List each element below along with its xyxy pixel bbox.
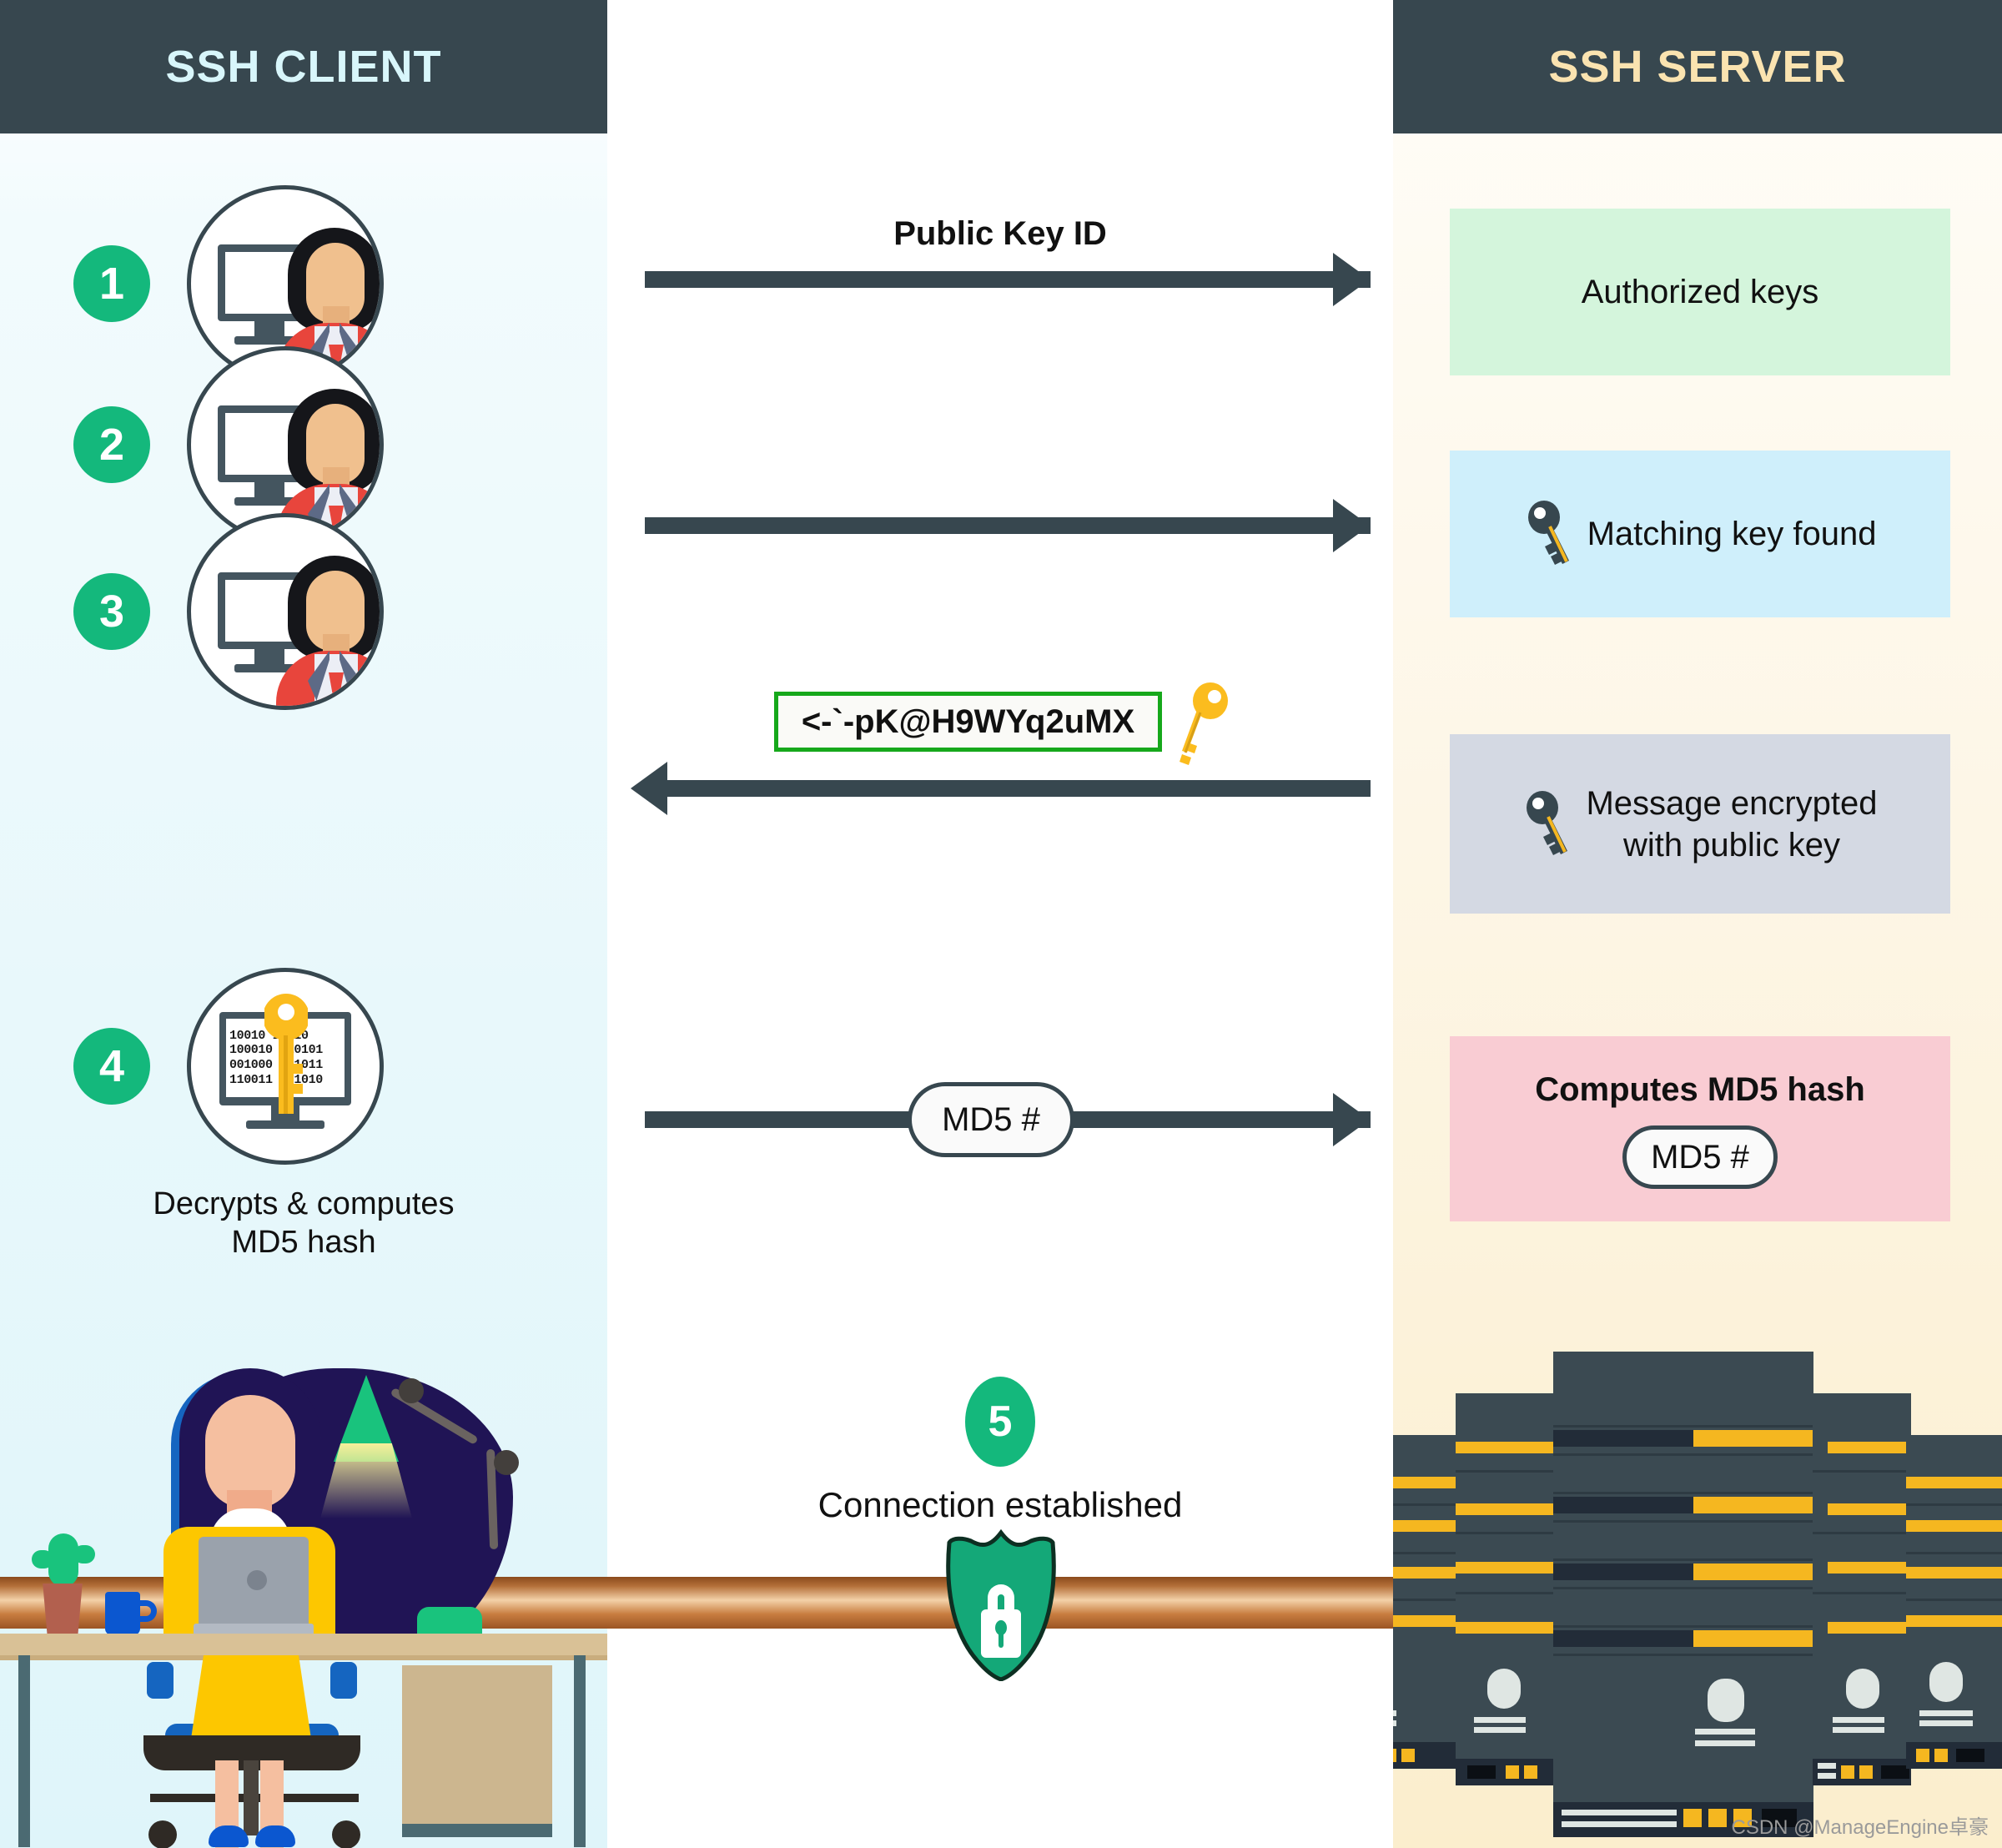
monitor-neck <box>254 649 284 664</box>
computes-md5-title: Computes MD5 hash <box>1535 1071 1865 1108</box>
md5-pill-center: MD5 # <box>908 1082 1074 1157</box>
server-header: SSH SERVER <box>1393 0 2002 133</box>
client-title: SSH CLIENT <box>165 42 442 92</box>
md5-pill-server: MD5 # <box>1622 1125 1778 1189</box>
arrow-head-right <box>1333 253 1370 306</box>
matching-key-text: Matching key found <box>1587 516 1877 552</box>
message-encrypted-line1: Message encrypted <box>1586 784 1878 822</box>
arrow-head-right <box>1333 1093 1370 1146</box>
arrow-head-left <box>631 762 667 815</box>
server-rack <box>1456 1393 1554 1785</box>
encrypted-message-box: <-`-pK@H9WYq2uMX <box>774 692 1162 752</box>
desk-leg-left <box>18 1655 30 1847</box>
lamp-joint-upper <box>399 1378 424 1403</box>
connection-established-label: Connection established <box>817 1485 1183 1524</box>
monitor-dot <box>264 634 272 642</box>
lamp-base <box>417 1607 482 1635</box>
step-4-caption-line1: Decrypts & computes <box>153 1186 455 1221</box>
arrow-label-public-key-id: Public Key ID <box>893 215 1107 252</box>
chair-post <box>244 1760 259 1835</box>
chair-arm-right <box>330 1662 357 1699</box>
server-title: SSH SERVER <box>1548 42 1847 92</box>
desk-cabinet <box>402 1665 552 1829</box>
desk-leg-right <box>574 1655 586 1847</box>
arrow-head-right <box>1333 499 1370 552</box>
client-header: SSH CLIENT <box>0 0 607 133</box>
step-4-caption-line2: MD5 hash <box>231 1225 376 1261</box>
computes-md5-box: Computes MD5 hash MD5 # <box>1450 1036 1950 1221</box>
watermark: CSDN @ManageEngine卓豪 <box>1731 1816 1989 1839</box>
authorized-keys-box: Authorized keys <box>1450 209 1950 375</box>
step-badge-4: 4 <box>73 1028 150 1105</box>
chair-arm-left <box>147 1662 174 1699</box>
person-shoe-right <box>255 1825 295 1847</box>
user-computer-icon <box>187 513 384 710</box>
desk-cabinet-foot <box>402 1824 552 1837</box>
monitor-neck <box>254 482 284 497</box>
md5-pill-server-label: MD5 # <box>1651 1138 1749 1176</box>
server-rack <box>1906 1435 2002 1769</box>
md5-pill-label: MD5 # <box>942 1100 1040 1138</box>
server-rack-illustration <box>1393 1327 2002 1848</box>
message-encrypted-box: Message encrypted with public key <box>1450 734 1950 914</box>
desk-edge <box>0 1655 607 1660</box>
dark-key-icon <box>1527 790 1568 855</box>
yellow-key-icon <box>1180 682 1228 765</box>
server-rack-main <box>1553 1352 1813 1837</box>
arrow-step2 <box>645 517 1371 534</box>
monitor-neck <box>254 321 284 336</box>
desk-top <box>0 1634 607 1655</box>
monitor-base <box>246 1120 324 1129</box>
server-rack <box>1393 1435 1460 1769</box>
shield-lock-icon <box>946 1529 1056 1681</box>
encrypted-message-text: <-`-pK@H9WYq2uMX <box>801 702 1135 740</box>
person-shoe-left <box>209 1825 249 1847</box>
message-encrypted-text: Message encrypted with public key <box>1586 783 1877 866</box>
coffee-mug <box>105 1592 140 1635</box>
client-step-4: 4 10010 10010 100010 010101 001000 01101… <box>0 968 607 1165</box>
step-badge-1: 1 <box>73 245 150 322</box>
plant-pot <box>43 1584 83 1635</box>
arrow-public-key-id <box>645 271 1371 288</box>
matching-key-box: Matching key found <box>1450 451 1950 617</box>
chair-wheel-left <box>148 1820 177 1848</box>
cactus-plant <box>48 1533 78 1587</box>
arrow-encrypted-message <box>667 780 1371 797</box>
coffee-mug-handle <box>138 1600 157 1622</box>
step-4-caption: Decrypts & computes MD5 hash <box>0 1185 607 1262</box>
monitor-dot <box>264 467 272 475</box>
step-badge-3: 3 <box>73 573 150 650</box>
dark-key-icon <box>1527 501 1569 565</box>
client-step-3: 3 <box>0 513 607 710</box>
server-rack <box>1813 1393 1911 1785</box>
step-badge-5: 5 <box>965 1377 1035 1467</box>
step-badge-2: 2 <box>73 406 150 483</box>
decrypt-monitor-key-icon: 10010 10010 100010 010101 001000 011011 … <box>187 968 384 1165</box>
client-workspace-illustration <box>0 1327 607 1848</box>
message-encrypted-line2: with public key <box>1622 826 1841 864</box>
chair-wheel-right <box>332 1820 360 1848</box>
lamp-joint-lower <box>494 1450 519 1475</box>
monitor-dot <box>264 306 272 314</box>
authorized-keys-text: Authorized keys <box>1581 274 1819 310</box>
yellow-key-icon <box>264 994 308 1114</box>
ssh-authentication-diagram: SSH CLIENT SSH SERVER 1 2 3 4 10010 1001… <box>0 0 2002 1848</box>
laptop-logo <box>247 1570 267 1590</box>
